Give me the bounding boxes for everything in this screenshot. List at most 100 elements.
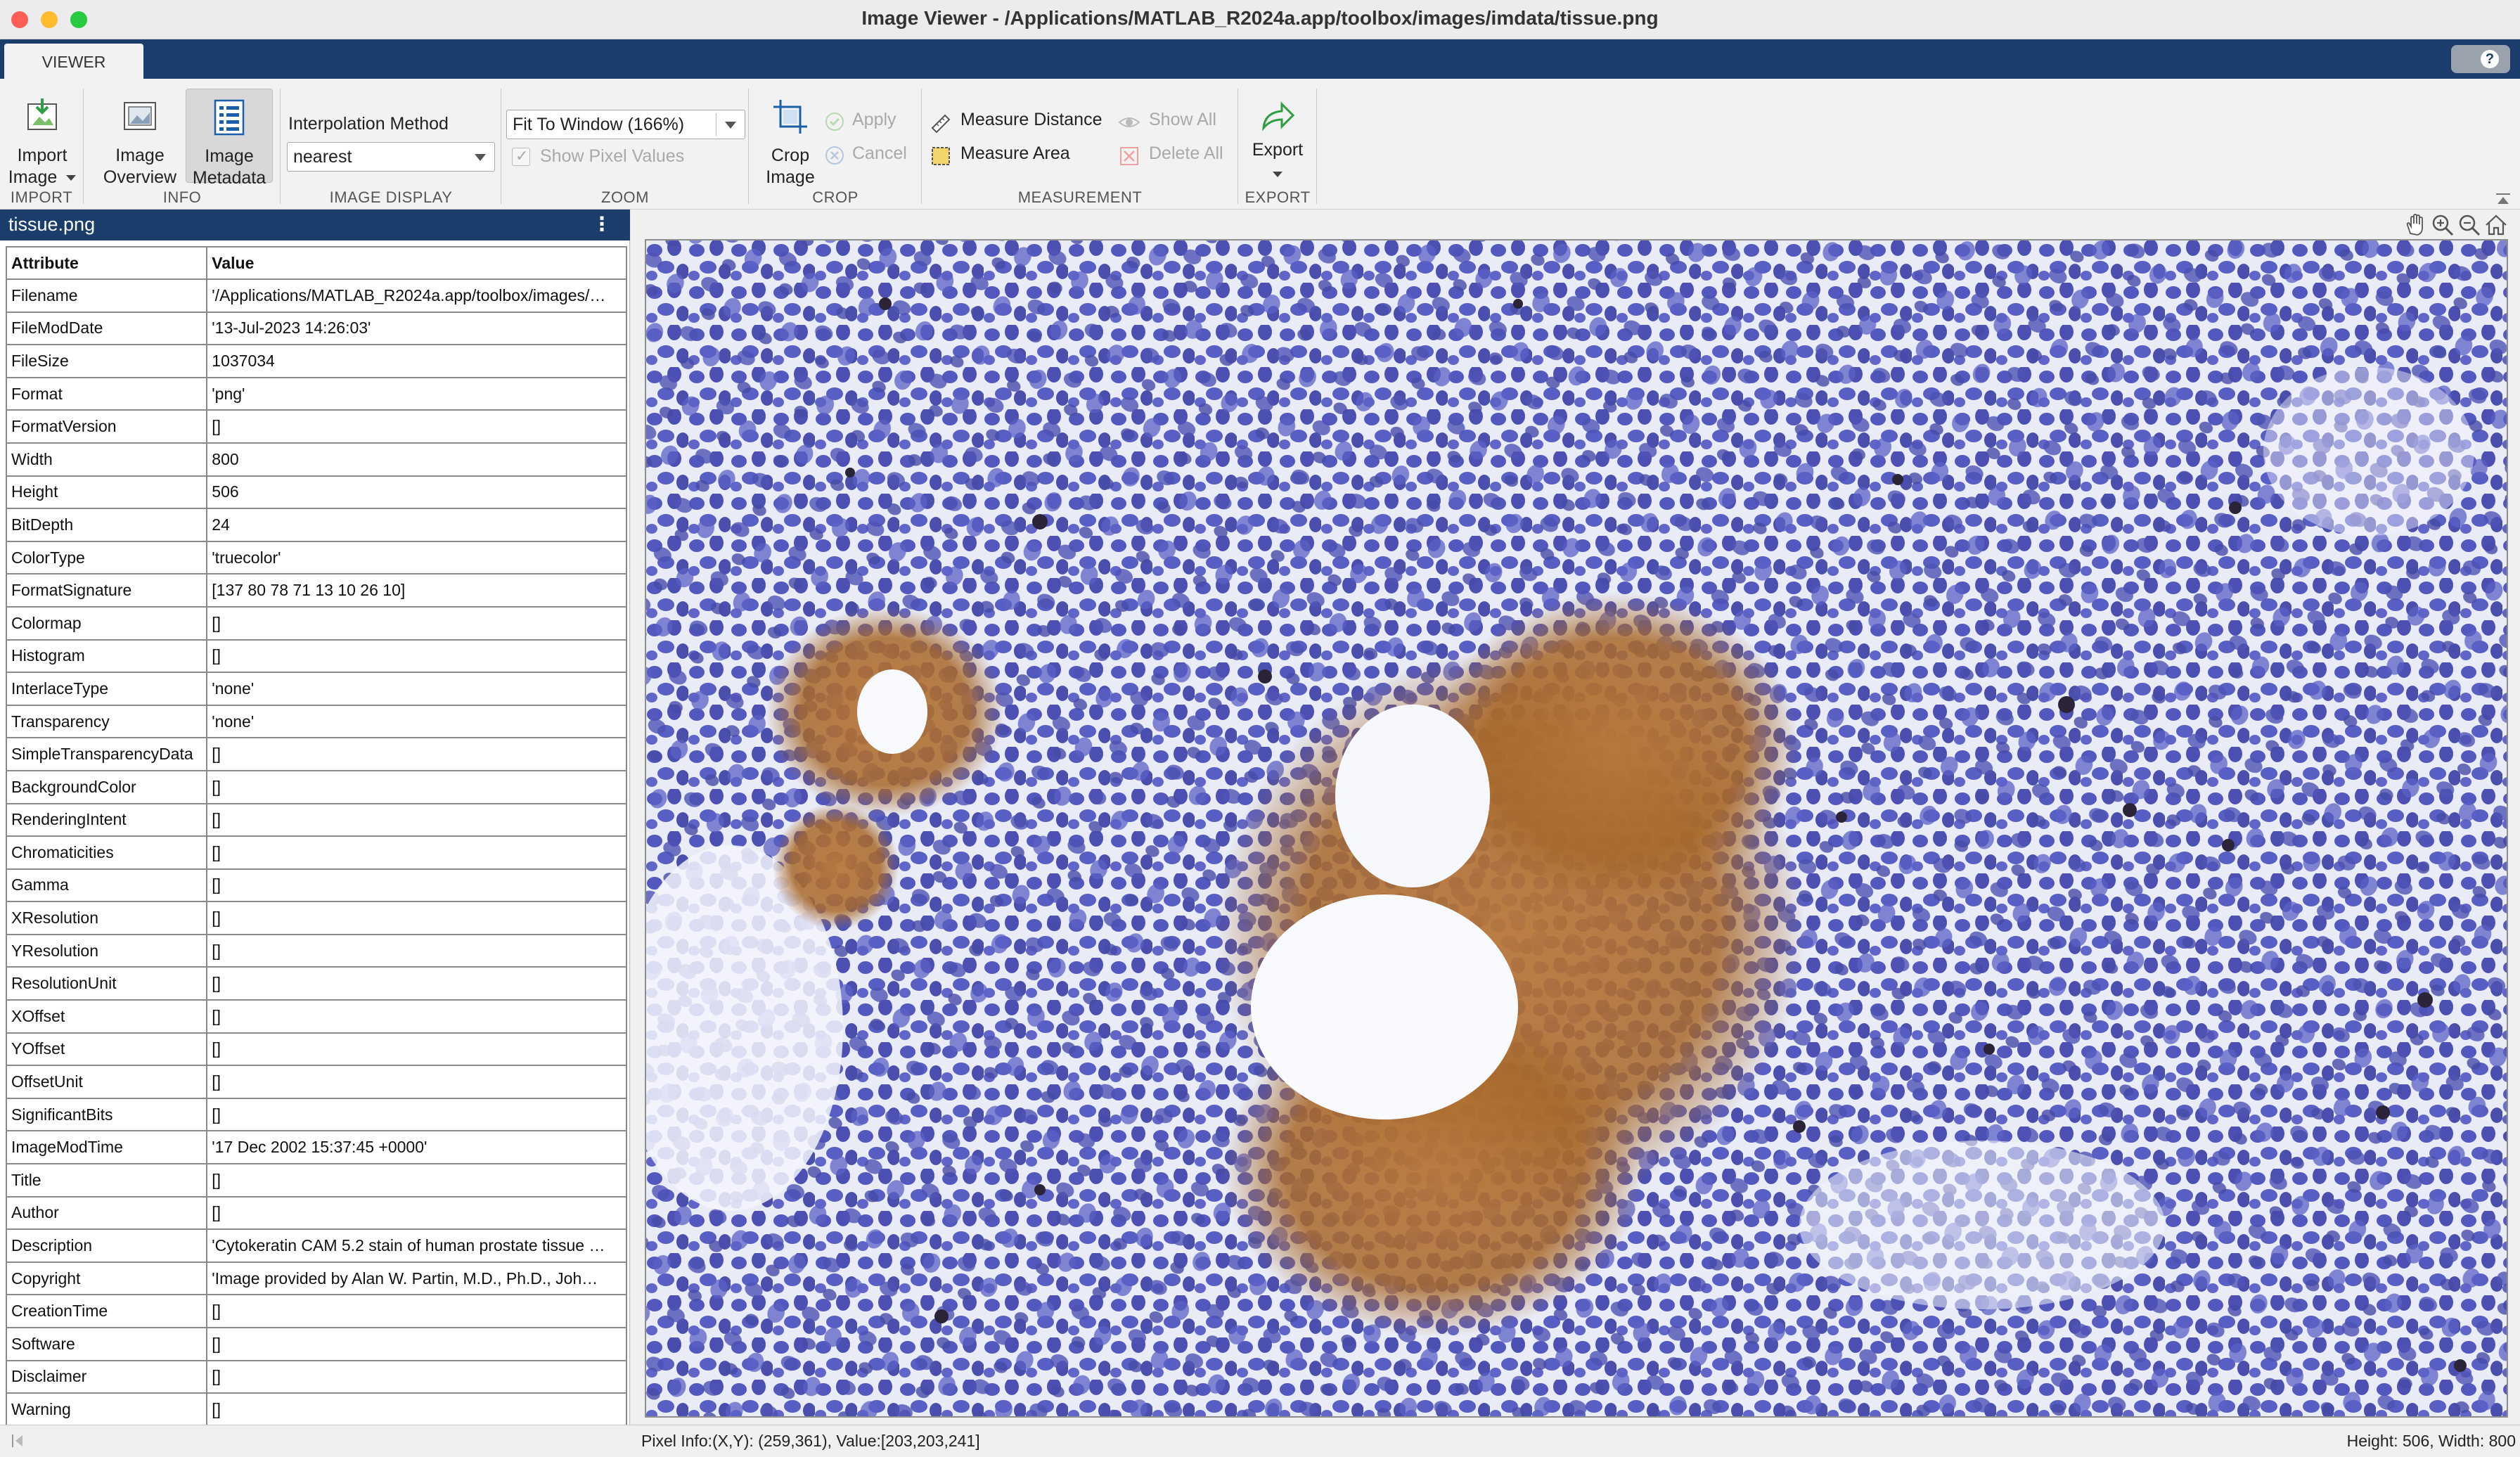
zoom-in-icon[interactable] bbox=[2430, 212, 2455, 238]
table-header-row: Attribute Value bbox=[5, 246, 627, 280]
table-row[interactable]: Gamma[] bbox=[5, 868, 627, 903]
attribute-cell: BitDepth bbox=[5, 508, 208, 542]
column-header-value[interactable]: Value bbox=[206, 246, 627, 280]
chevron-down-icon bbox=[475, 154, 486, 161]
collapse-toolstrip-icon[interactable] bbox=[2496, 193, 2512, 206]
table-row[interactable]: SimpleTransparencyData[] bbox=[5, 737, 627, 771]
table-row[interactable]: Description 'Cytokeratin CAM 5.2 stain of… bbox=[5, 1228, 627, 1263]
value-cell: 'png' bbox=[206, 376, 627, 411]
tab-viewer[interactable]: VIEWER bbox=[4, 44, 143, 79]
measure-distance-button[interactable]: Measure Distance bbox=[930, 110, 1119, 135]
value-cell: [] bbox=[206, 901, 627, 935]
table-row[interactable]: Software[] bbox=[5, 1327, 627, 1361]
info-section-label: INFO bbox=[162, 188, 202, 206]
table-row[interactable]: ResolutionUnit[] bbox=[5, 966, 627, 1001]
zoom-level-value: Fit To Window (166%) bbox=[513, 115, 685, 134]
value-cell: [] bbox=[206, 1294, 627, 1328]
crop-image-button[interactable]: Crop Image bbox=[755, 89, 825, 187]
import-dropdown-caret-icon bbox=[66, 175, 77, 181]
image-display-section-label: IMAGE DISPLAY bbox=[329, 188, 453, 206]
attribute-cell: CreationTime bbox=[5, 1294, 208, 1328]
image-metadata-button[interactable]: Image Metadata bbox=[186, 89, 273, 188]
interpolation-method-dropdown[interactable]: nearest bbox=[287, 142, 495, 172]
table-row[interactable]: Title[] bbox=[5, 1163, 627, 1198]
pan-hand-icon[interactable] bbox=[2403, 212, 2429, 238]
measure-area-button[interactable]: Measure Area bbox=[930, 143, 1098, 169]
value-cell: [] bbox=[206, 1163, 627, 1198]
image-overview-button[interactable]: Image Overview bbox=[98, 89, 181, 187]
cancel-x-icon bbox=[825, 146, 844, 165]
collapse-panel-icon[interactable] bbox=[10, 1432, 27, 1449]
table-row[interactable]: YResolution[] bbox=[5, 933, 627, 968]
attribute-cell: RenderingIntent bbox=[5, 802, 208, 837]
metadata-panel-header: tissue.png ⋮ bbox=[0, 210, 630, 240]
home-icon[interactable] bbox=[2483, 212, 2509, 238]
delete-icon bbox=[1120, 147, 1138, 165]
table-row[interactable]: Format'png' bbox=[5, 376, 627, 411]
table-row[interactable]: Author[] bbox=[5, 1195, 627, 1231]
attribute-cell: Disclaimer bbox=[5, 1359, 208, 1394]
table-row[interactable]: XResolution[] bbox=[5, 901, 627, 935]
zoom-out-icon[interactable] bbox=[2457, 212, 2482, 238]
table-row[interactable]: Warning[] bbox=[5, 1392, 627, 1427]
show-all-button[interactable]: Show All bbox=[1118, 110, 1230, 135]
value-cell: [] bbox=[206, 1032, 627, 1067]
value-cell: [] bbox=[206, 769, 627, 804]
table-row[interactable]: Width 800 bbox=[5, 442, 627, 477]
table-row[interactable]: ImageModTime '17 Dec 2002 15:37:45 +0000' bbox=[5, 1130, 627, 1165]
table-row[interactable]: FormatSignature [137 80 78 71 13 10 26 10… bbox=[5, 573, 627, 608]
checkmark-icon: ✓ bbox=[515, 147, 529, 165]
image-metadata-label-1: Image bbox=[205, 146, 254, 166]
column-header-attribute[interactable]: Attribute bbox=[5, 246, 208, 280]
table-row[interactable]: CreationTime[] bbox=[5, 1294, 627, 1328]
attribute-cell: XResolution bbox=[5, 901, 208, 935]
attribute-cell: BackgroundColor bbox=[5, 769, 208, 804]
table-row[interactable]: InterlaceType'none' bbox=[5, 672, 627, 706]
value-cell: '17 Dec 2002 15:37:45 +0000' bbox=[206, 1130, 627, 1165]
table-row[interactable]: BackgroundColor[] bbox=[5, 769, 627, 804]
table-row[interactable]: XOffset[] bbox=[5, 999, 627, 1034]
cancel-label: Cancel bbox=[852, 143, 907, 163]
export-button[interactable]: Export bbox=[1242, 89, 1313, 183]
table-row[interactable]: YOffset[] bbox=[5, 1032, 627, 1067]
panel-menu-icon[interactable]: ⋮ bbox=[592, 212, 612, 236]
table-row[interactable]: FileSize 1037034 bbox=[5, 344, 627, 378]
table-row[interactable]: BitDepth 24 bbox=[5, 508, 627, 542]
table-row[interactable]: Transparency'none' bbox=[5, 704, 627, 739]
attribute-cell: Title bbox=[5, 1163, 208, 1198]
attribute-cell: YResolution bbox=[5, 933, 208, 968]
table-row[interactable]: Height 506 bbox=[5, 475, 627, 510]
table-row[interactable]: SignificantBits[] bbox=[5, 1097, 627, 1132]
image-overview-icon bbox=[124, 102, 156, 130]
info-section: Image Overview Image Metadata INFO bbox=[84, 84, 280, 210]
table-row[interactable]: FormatVersion[] bbox=[5, 409, 627, 444]
table-row[interactable]: OffsetUnit[] bbox=[5, 1065, 627, 1099]
help-button[interactable]: ? bbox=[2451, 45, 2510, 73]
section-divider bbox=[280, 89, 281, 204]
attribute-cell: Chromaticities bbox=[5, 835, 208, 870]
image-dimensions-readout: Height: 506, Width: 800 bbox=[2346, 1432, 2516, 1450]
table-row[interactable]: FileModDate '13-Jul-2023 14:26:03' bbox=[5, 311, 627, 346]
table-row[interactable]: Colormap[] bbox=[5, 605, 627, 641]
image-axes[interactable] bbox=[645, 239, 2508, 1418]
show-pixel-values-checkbox[interactable]: ✓ bbox=[512, 147, 530, 166]
zoom-level-dropdown[interactable]: Fit To Window (166%) bbox=[506, 110, 745, 139]
table-row[interactable]: Disclaimer[] bbox=[5, 1359, 627, 1394]
attribute-cell: FileSize bbox=[5, 344, 208, 378]
value-cell: '/Applications/MATLAB_R2024a.app/toolbox… bbox=[206, 278, 627, 313]
delete-all-button[interactable]: Delete All bbox=[1118, 143, 1235, 169]
import-image-button[interactable]: Import Image bbox=[6, 89, 79, 187]
table-row[interactable]: Filename '/Applications/MATLAB_R2024a.app… bbox=[5, 278, 627, 313]
import-section: Import Image IMPORT bbox=[0, 84, 83, 210]
value-cell: [] bbox=[206, 605, 627, 641]
table-row[interactable]: Histogram[] bbox=[5, 638, 627, 674]
tissue-image bbox=[646, 240, 2507, 1416]
table-row[interactable]: RenderingIntent[] bbox=[5, 802, 627, 837]
section-divider bbox=[1316, 89, 1317, 204]
section-divider bbox=[83, 89, 84, 204]
table-row[interactable]: ColorType'truecolor' bbox=[5, 540, 627, 575]
table-row[interactable]: Copyright 'Image provided by Alan W. Part… bbox=[5, 1261, 627, 1296]
image-display-section: Interpolation Method nearest IMAGE DISPL… bbox=[281, 84, 501, 210]
crop-image-label-1: Crop bbox=[771, 146, 810, 165]
table-row[interactable]: Chromaticities[] bbox=[5, 835, 627, 870]
